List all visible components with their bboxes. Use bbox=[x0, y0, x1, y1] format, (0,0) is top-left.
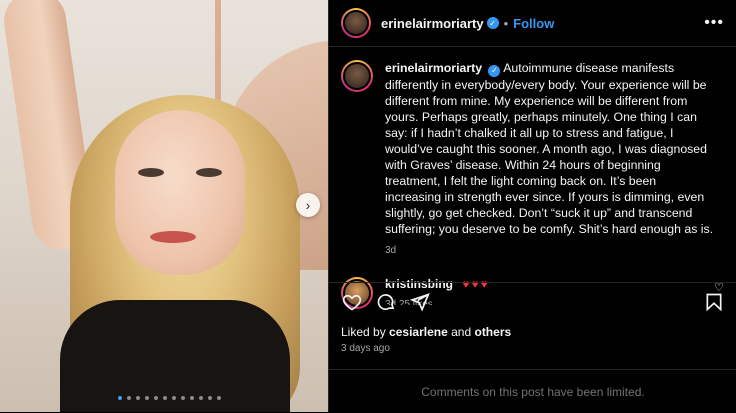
likes-and: and bbox=[451, 325, 472, 339]
verified-badge-icon: ✓ bbox=[488, 65, 501, 77]
chevron-right-icon: › bbox=[305, 197, 311, 213]
carousel-dot bbox=[127, 396, 131, 400]
carousel-dot bbox=[118, 396, 122, 400]
avatar-image bbox=[343, 10, 369, 36]
avatar-image bbox=[343, 62, 371, 90]
caption-body: Autoimmune disease manifests differently… bbox=[385, 61, 714, 236]
comments-limited-notice: Comments on this post have been limited. bbox=[329, 369, 736, 413]
carousel-dot bbox=[181, 396, 185, 400]
save-button[interactable] bbox=[703, 291, 725, 313]
caption-text-block: erinelairmoriarty ✓ Autoimmune disease m… bbox=[385, 60, 715, 259]
likes-prefix: Liked by bbox=[341, 325, 386, 339]
next-image-button[interactable]: › bbox=[296, 193, 320, 217]
carousel-dot bbox=[172, 396, 176, 400]
verified-badge-icon: ✓ bbox=[486, 17, 499, 29]
paper-plane-icon bbox=[410, 293, 430, 312]
post-timestamp: 3 days ago bbox=[341, 343, 390, 354]
carousel-dot bbox=[145, 396, 149, 400]
photo-left-eye bbox=[138, 168, 164, 177]
comment-button[interactable] bbox=[375, 291, 397, 313]
header-separator: • bbox=[503, 15, 509, 31]
carousel-dot bbox=[199, 396, 203, 400]
comment-bubble-icon bbox=[377, 294, 395, 310]
carousel-indicator bbox=[118, 396, 221, 400]
follow-button[interactable]: Follow bbox=[513, 16, 554, 31]
like-button[interactable] bbox=[341, 291, 363, 313]
likes-summary: Liked by cesiarlene and others bbox=[341, 325, 511, 339]
likes-others-link[interactable]: others bbox=[474, 325, 511, 339]
photo-lips bbox=[150, 231, 196, 243]
post-actions-bar bbox=[329, 282, 736, 313]
carousel-dot bbox=[190, 396, 194, 400]
carousel-dot bbox=[208, 396, 212, 400]
post-header: erinelairmoriarty ✓ • Follow ••• bbox=[329, 0, 736, 47]
instagram-post-view: › erinelairmoriarty ✓ • Follow ••• erine… bbox=[0, 0, 736, 412]
caption-age: 3d bbox=[385, 245, 397, 256]
photo-right-eye bbox=[196, 168, 222, 177]
caption-username[interactable]: erinelairmoriarty bbox=[385, 61, 482, 75]
share-button[interactable] bbox=[409, 291, 431, 313]
post-photo[interactable]: › bbox=[0, 0, 328, 412]
post-details-panel: erinelairmoriarty ✓ • Follow ••• erinela… bbox=[328, 0, 736, 412]
more-options-icon[interactable]: ••• bbox=[704, 14, 724, 32]
carousel-dot bbox=[163, 396, 167, 400]
carousel-dot bbox=[154, 396, 158, 400]
post-caption: erinelairmoriarty ✓ Autoimmune disease m… bbox=[329, 47, 736, 259]
photo-face bbox=[115, 110, 245, 275]
author-username[interactable]: erinelairmoriarty bbox=[381, 16, 484, 31]
carousel-dot bbox=[136, 396, 140, 400]
bookmark-icon bbox=[706, 293, 722, 312]
liked-by-user[interactable]: cesiarlene bbox=[389, 325, 448, 339]
author-avatar[interactable] bbox=[341, 8, 371, 38]
carousel-dot bbox=[217, 396, 221, 400]
caption-avatar[interactable] bbox=[341, 60, 373, 92]
heart-icon bbox=[342, 294, 362, 311]
